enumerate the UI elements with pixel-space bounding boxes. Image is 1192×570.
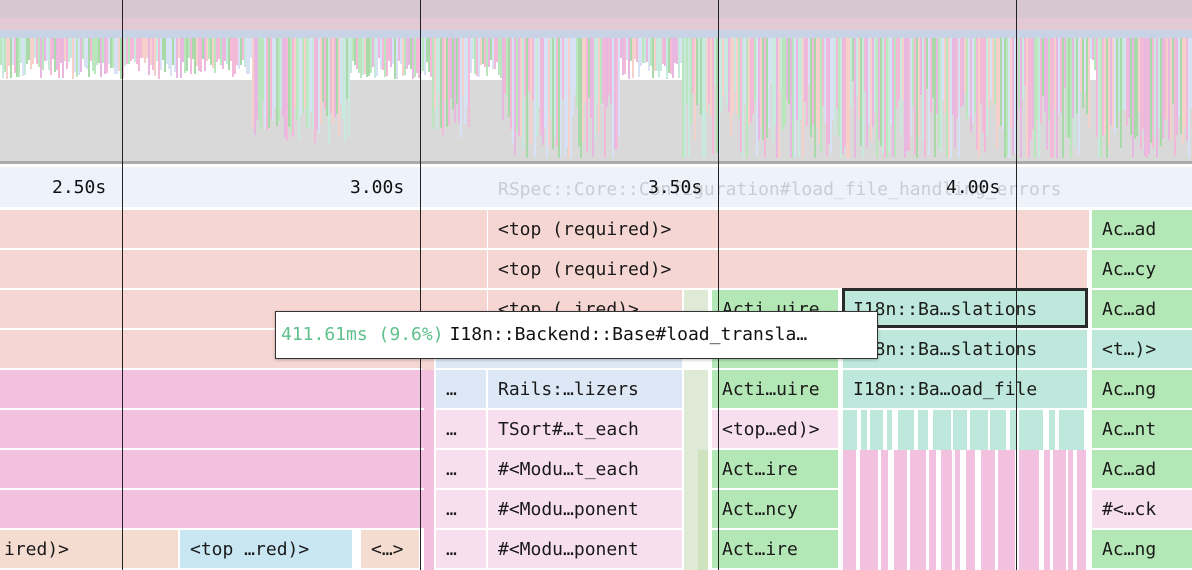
flame-frame[interactable]: <top (required)> <box>488 210 1089 248</box>
flame-sliver <box>898 410 914 450</box>
flame-sliver <box>1019 410 1043 450</box>
flame-sliver <box>887 410 892 450</box>
flame-sliver <box>910 450 926 570</box>
flamegraph[interactable]: <top (required)> Ac…ad <top (required)> … <box>0 210 1192 570</box>
minimap-canvas[interactable] <box>0 0 1192 164</box>
flame-sliver <box>970 410 988 450</box>
flame-frame[interactable]: Acti…uire <box>712 370 838 408</box>
flame-frame[interactable] <box>0 370 432 408</box>
flame-frame[interactable]: Act…ncy <box>712 490 838 528</box>
flame-frame[interactable]: Ac…ad <box>1092 450 1192 488</box>
flame-frame[interactable]: TSort#…t_each <box>488 410 682 448</box>
tick-label: 2.50s <box>52 177 107 198</box>
flame-sliver <box>929 450 936 570</box>
flame-sliver <box>881 450 888 570</box>
flame-frame[interactable] <box>0 250 487 288</box>
flame-frame[interactable]: <top…ed)> <box>712 410 838 448</box>
time-gridline <box>420 0 421 570</box>
flame-frame[interactable]: Act…ire <box>712 450 838 488</box>
flame-frame[interactable]: I18n::Ba…oad_file <box>843 370 1087 408</box>
flame-sliver <box>843 450 856 570</box>
flame-frame[interactable] <box>0 450 432 488</box>
flame-sliver <box>894 450 907 570</box>
flame-frame[interactable]: Ac…ad <box>1092 290 1192 328</box>
flame-sliver <box>1053 450 1066 570</box>
flame-frame[interactable] <box>0 210 487 248</box>
flame-sliver <box>941 450 952 570</box>
time-gridline <box>122 0 123 570</box>
minimap-divider <box>0 161 1192 164</box>
flame-sliver <box>1059 410 1084 450</box>
flame-sliver <box>843 410 857 450</box>
flamegraph-minimap[interactable] <box>0 0 1192 164</box>
flame-frame[interactable]: #<…ck <box>1092 490 1192 528</box>
time-ruler: RSpec::Core::Configuration#load_file_han… <box>0 167 1192 207</box>
flame-frame[interactable]: … <box>436 530 486 568</box>
flame-sliver <box>955 450 960 570</box>
flame-frame[interactable]: #<Modu…t_each <box>488 450 682 488</box>
flame-frame[interactable]: … <box>436 410 486 448</box>
flame-frame[interactable]: I18n::Ba…slations <box>843 290 1087 328</box>
flame-frame[interactable] <box>0 490 432 528</box>
tooltip-duration: 411.61ms (9.6%) <box>281 324 444 345</box>
flame-sliver <box>1019 450 1039 570</box>
flame-frame[interactable]: … <box>436 490 486 528</box>
flame-frame[interactable]: Act…ire <box>712 530 838 568</box>
flame-sliver <box>1049 410 1055 450</box>
flame-frame[interactable]: ired)> <box>0 530 178 568</box>
flame-frame[interactable]: … <box>436 370 486 408</box>
flame-frame[interactable]: … <box>436 450 486 488</box>
flame-sliver <box>698 450 708 570</box>
flame-sliver <box>953 410 967 450</box>
tooltip-frame-name: I18n::Backend::Base#load_transla… <box>449 324 808 345</box>
flame-row: <top (required)> Ac…cy <box>0 250 1192 288</box>
flame-frame[interactable]: <top …red)> <box>180 530 352 568</box>
flame-sliver <box>990 410 1006 450</box>
flame-frame[interactable]: Ac…ng <box>1092 530 1192 568</box>
flame-sliver <box>966 450 975 570</box>
flame-frame[interactable]: <top (required)> <box>488 250 1087 288</box>
flame-sliver <box>918 410 928 450</box>
flame-frame[interactable]: <t…)> <box>1092 330 1192 368</box>
flame-frame[interactable]: Ac…ad <box>1092 210 1192 248</box>
tick-label: 3.00s <box>350 177 405 198</box>
flame-frame[interactable]: Rails:…lizers <box>488 370 682 408</box>
flame-sliver <box>1077 450 1086 570</box>
time-gridline <box>1016 0 1017 570</box>
flame-sliver <box>1044 450 1050 570</box>
flame-frame[interactable]: Ac…nt <box>1092 410 1192 448</box>
flame-sliver <box>933 410 951 450</box>
flame-frame[interactable]: #<Modu…ponent <box>488 490 682 528</box>
flame-frame[interactable] <box>0 410 432 448</box>
tick-label: 4.00s <box>946 177 1001 198</box>
flame-sliver <box>1068 450 1073 570</box>
tick-label: 3.50s <box>648 177 703 198</box>
flame-sliver <box>860 450 878 570</box>
flame-sliver <box>870 410 883 450</box>
flame-sliver <box>998 450 1015 570</box>
flame-frame[interactable]: <…> <box>361 530 419 568</box>
flame-frame[interactable]: I18n::Ba…slations <box>843 330 1087 368</box>
time-gridline <box>718 0 719 570</box>
flame-frame[interactable]: Ac…cy <box>1092 250 1192 288</box>
frame-tooltip: 411.61ms (9.6%) I18n::Backend::Base#load_… <box>275 311 878 359</box>
flame-sliver <box>424 370 434 570</box>
flame-sliver <box>861 410 867 450</box>
flame-row: … Rails:…lizers Acti…uire I18n::Ba…oad_f… <box>0 370 1192 408</box>
flame-row: <top (required)> Ac…ad <box>0 210 1192 248</box>
flame-frame[interactable]: Ac…ng <box>1092 370 1192 408</box>
flame-frame[interactable]: #<Modu…ponent <box>488 530 682 568</box>
flame-sliver <box>981 450 995 570</box>
